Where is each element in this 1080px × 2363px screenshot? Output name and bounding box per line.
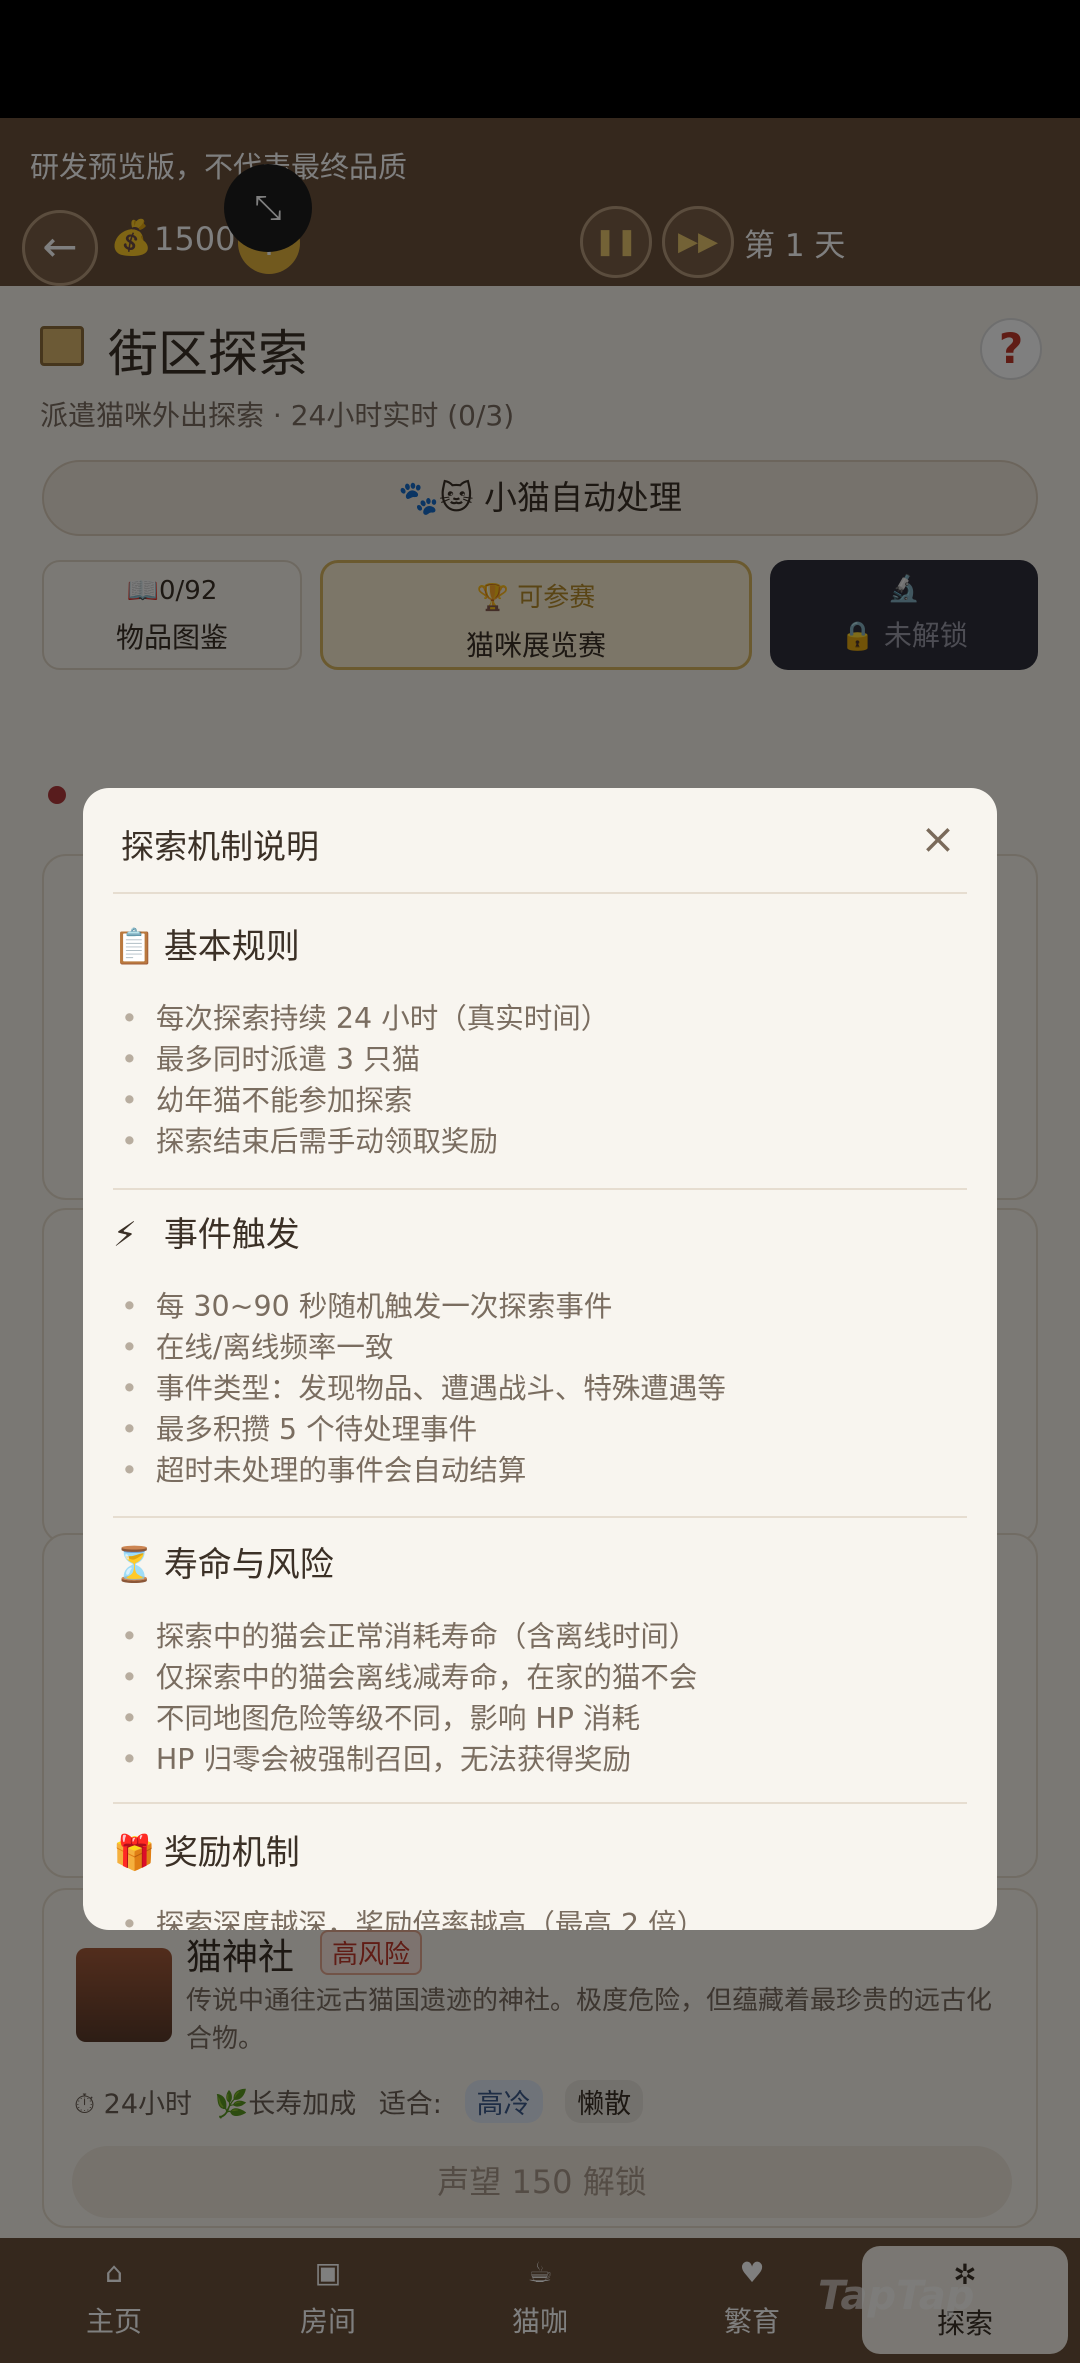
section-title: 📋 基本规则 xyxy=(113,922,967,972)
list-item: 不同地图危险等级不同，影响 HP 消耗 xyxy=(113,1698,967,1739)
list-item: 幼年猫不能参加探索 xyxy=(113,1080,967,1121)
close-icon[interactable]: × xyxy=(913,814,963,864)
list-item: 探索结束后需手动领取奖励 xyxy=(113,1121,967,1162)
lifespan-section: ⏳ 寿命与风险 探索中的猫会正常消耗寿命（含离线时间） 仅探索中的猫会离线减寿命… xyxy=(113,1540,967,1780)
list-item: HP 归零会被强制召回，无法获得奖励 xyxy=(113,1739,967,1780)
gift-icon: 🎁 xyxy=(113,1833,156,1873)
events-section: ⚡ 事件触发 每 30~90 秒随机触发一次探索事件 在线/离线频率一致 事件类… xyxy=(113,1210,967,1491)
rules-section: 📋 基本规则 每次探索持续 24 小时（真实时间） 最多同时派遣 3 只猫 幼年… xyxy=(113,922,967,1162)
modal-header: 探索机制说明 × xyxy=(83,788,997,894)
hourglass-icon: ⏳ xyxy=(113,1545,156,1585)
list-item: 探索深度越深，奖励倍率越高（最高 2 倍） xyxy=(113,1904,967,1930)
explore-rules-modal: 探索机制说明 × 📋 基本规则 每次探索持续 24 小时（真实时间） 最多同时派… xyxy=(83,788,997,1930)
list-item: 探索中的猫会正常消耗寿命（含离线时间） xyxy=(113,1616,967,1657)
list-item: 超时未处理的事件会自动结算 xyxy=(113,1450,967,1491)
list-item: 最多积攒 5 个待处理事件 xyxy=(113,1409,967,1450)
modal-title: 探索机制说明 xyxy=(121,827,319,866)
clipboard-icon: 📋 xyxy=(113,927,156,967)
divider xyxy=(113,892,967,894)
section-title: ⏳ 寿命与风险 xyxy=(113,1540,967,1590)
lightning-icon: ⚡ xyxy=(113,1215,137,1255)
list-item: 事件类型：发现物品、遭遇战斗、特殊遭遇等 xyxy=(113,1368,967,1409)
list-item: 每次探索持续 24 小时（真实时间） xyxy=(113,998,967,1039)
rewards-section: 🎁 奖励机制 探索深度越深，奖励倍率越高（最高 2 倍） xyxy=(113,1828,967,1930)
rule-list: 探索深度越深，奖励倍率越高（最高 2 倍） xyxy=(113,1904,967,1930)
status-bar xyxy=(0,0,1080,118)
divider xyxy=(113,1802,967,1804)
app-screen: ← 💰 1500 + ❚❚ ▶▶ 第 1 天 研发预览版，不代表最终品质 ⤡ 街… xyxy=(0,118,1080,2363)
divider xyxy=(113,1188,967,1190)
divider xyxy=(113,1516,967,1518)
list-item: 每 30~90 秒随机触发一次探索事件 xyxy=(113,1286,967,1327)
rule-list: 探索中的猫会正常消耗寿命（含离线时间） 仅探索中的猫会离线减寿命，在家的猫不会 … xyxy=(113,1616,967,1780)
list-item: 最多同时派遣 3 只猫 xyxy=(113,1039,967,1080)
section-title: ⚡ 事件触发 xyxy=(113,1210,967,1260)
list-item: 仅探索中的猫会离线减寿命，在家的猫不会 xyxy=(113,1657,967,1698)
list-item: 在线/离线频率一致 xyxy=(113,1327,967,1368)
rule-list: 每次探索持续 24 小时（真实时间） 最多同时派遣 3 只猫 幼年猫不能参加探索… xyxy=(113,998,967,1162)
rule-list: 每 30~90 秒随机触发一次探索事件 在线/离线频率一致 事件类型：发现物品、… xyxy=(113,1286,967,1491)
section-title: 🎁 奖励机制 xyxy=(113,1828,967,1878)
